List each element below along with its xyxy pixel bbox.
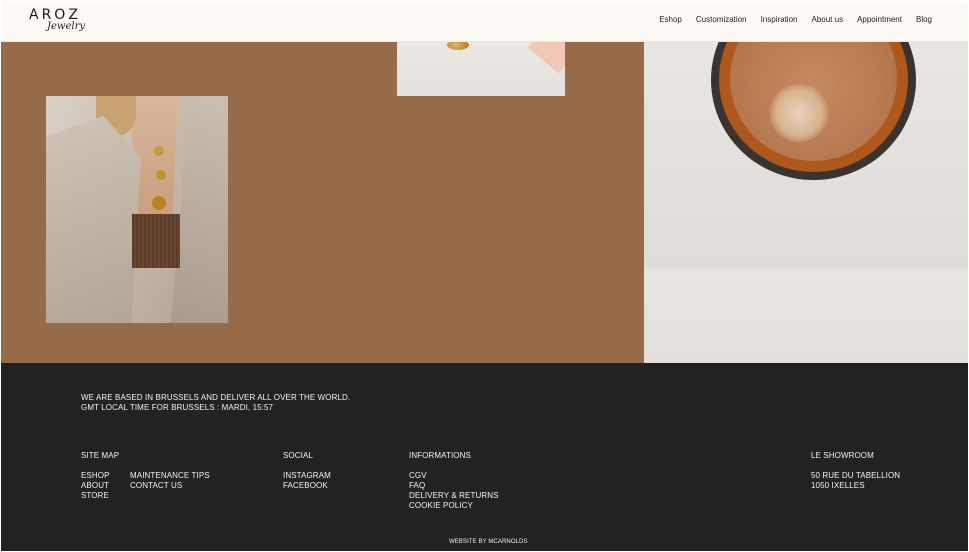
social-title: SOCIAL — [283, 451, 313, 460]
pink-shape — [528, 42, 565, 74]
website-credit-link[interactable]: WEBSITE BY MCARNOLDS — [449, 539, 528, 545]
footer-link-eshop[interactable]: ESHOP — [81, 471, 110, 480]
nav-inspiration[interactable]: Inspiration — [761, 15, 798, 24]
hero-section — [1, 42, 968, 363]
ring-photo — [397, 42, 565, 96]
main-nav: Eshop Customization Inspiration About us… — [645, 15, 932, 24]
footer-intro-line1: WE ARE BASED IN BRUSSELS AND DELIVER ALL… — [81, 393, 351, 402]
footer-link-contact-us[interactable]: CONTACT US — [130, 481, 182, 490]
site-footer: WE ARE BASED IN BRUSSELS AND DELIVER ALL… — [1, 363, 968, 551]
page: AROZ Jewelry Eshop Customization Inspira… — [1, 1, 968, 551]
nav-eshop[interactable]: Eshop — [659, 15, 682, 24]
footer-link-delivery-returns[interactable]: DELIVERY & RETURNS — [409, 491, 499, 500]
coffee-cup-photo — [644, 42, 968, 363]
showroom-address-city: 1050 IXELLES — [811, 481, 865, 490]
sitemap-title: SITE MAP — [81, 451, 120, 460]
logo-script: Jewelry — [47, 21, 86, 32]
footer-link-facebook[interactable]: FACEBOOK — [283, 481, 328, 490]
ring-icon — [447, 42, 469, 50]
footer-local-time: GMT LOCAL TIME FOR BRUSSELS : MARDI, 15:… — [81, 403, 274, 412]
footer-link-maintenance-tips[interactable]: MAINTENANCE TIPS — [130, 471, 210, 480]
photo-blazer-left — [46, 116, 141, 323]
coffee-foam — [769, 84, 829, 142]
photo-blazer-right — [171, 96, 228, 323]
footer-link-cookie-policy[interactable]: COOKIE POLICY — [409, 501, 473, 510]
nav-appointment[interactable]: Appointment — [857, 15, 902, 24]
necklace-pendant-icon — [154, 146, 164, 156]
footer-link-instagram[interactable]: INSTAGRAM — [283, 471, 331, 480]
nav-about-us[interactable]: About us — [811, 15, 843, 24]
footer-link-store[interactable]: STORE — [81, 491, 109, 500]
nav-blog[interactable]: Blog — [916, 15, 932, 24]
model-necklace-photo — [46, 96, 228, 323]
site-header: AROZ Jewelry Eshop Customization Inspira… — [1, 1, 968, 42]
logo[interactable]: AROZ Jewelry — [29, 7, 89, 37]
informations-title: INFORMATIONS — [409, 451, 471, 460]
showroom-title: LE SHOWROOM — [811, 451, 874, 460]
footer-link-faq[interactable]: FAQ — [409, 481, 425, 490]
footer-link-about[interactable]: ABOUT — [81, 481, 109, 490]
showroom-address-street: 50 RUE DU TABELLION — [811, 471, 901, 480]
photo-knit-top — [132, 214, 180, 268]
nav-customization[interactable]: Customization — [696, 15, 747, 24]
footer-link-cgv[interactable]: CGV — [409, 471, 427, 480]
